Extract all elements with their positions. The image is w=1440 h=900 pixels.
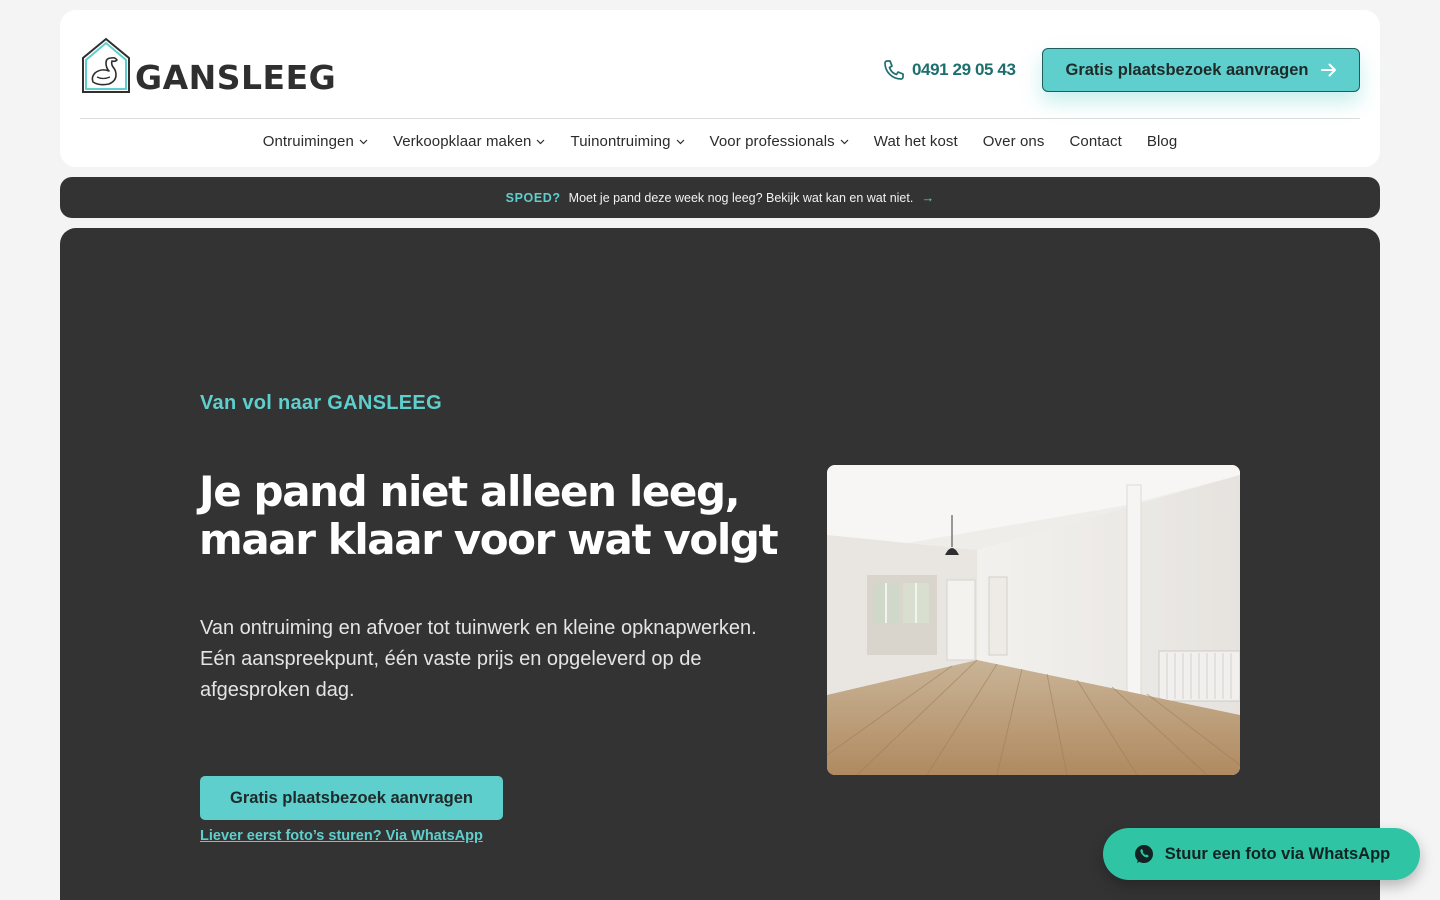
request-visit-button[interactable]: Gratis plaatsbezoek aanvragen — [1042, 48, 1360, 92]
nav-label: Tuinontruiming — [570, 133, 671, 150]
hero-title-line-2: maar klaar voor wat volgt — [199, 515, 779, 564]
chevron-down-icon — [359, 139, 368, 144]
whatsapp-icon — [1134, 845, 1153, 863]
nav-label: Contact — [1069, 133, 1122, 150]
whatsapp-floating-button[interactable]: Stuur een foto via WhatsApp — [1103, 828, 1420, 880]
nav-item-verkoopklaar[interactable]: Verkoopklaar maken — [393, 133, 546, 150]
nav-item-pricing[interactable]: Wat het kost — [874, 133, 958, 150]
chevron-down-icon — [840, 139, 849, 144]
arrow-right-icon: → — [921, 190, 935, 205]
hero-image-empty-room — [827, 465, 1240, 775]
nav-label: Blog — [1146, 133, 1178, 150]
nav-label: Ontruimingen — [262, 133, 354, 150]
chevron-down-icon — [537, 139, 545, 144]
chevron-down-icon — [676, 139, 684, 144]
hero-request-visit-label: Gratis plaatsbezoek aanvragen — [229, 788, 474, 807]
nav-label: Voor professionals — [709, 133, 835, 150]
hero-title: Je pand niet alleen leeg, maar klaar voo… — [199, 468, 819, 564]
hero-request-visit-button[interactable]: Gratis plaatsbezoek aanvragen — [200, 776, 503, 820]
phone-number: 0491 29 05 43 — [912, 60, 1016, 79]
urgent-banner[interactable]: SPOED? Moet je pand deze week nog leeg? … — [60, 177, 1380, 218]
request-visit-label: Gratis plaatsbezoek aanvragen — [1065, 60, 1309, 79]
logo[interactable]: GANSLEEG — [80, 36, 336, 96]
nav-label: Verkoopklaar maken — [392, 133, 532, 150]
nav-item-about[interactable]: Over ons — [983, 133, 1045, 150]
arrow-right-icon — [1320, 63, 1336, 77]
nav-item-tuinontruiming[interactable]: Tuinontruiming — [570, 133, 684, 150]
banner-tag: SPOED? — [505, 190, 561, 205]
whatsapp-floating-label: Stuur een foto via WhatsApp — [1164, 844, 1391, 863]
nav-item-professionals[interactable]: Voor professionals — [710, 133, 849, 150]
hero-description: Van ontruiming en afvoer tot tuinwerk en… — [200, 617, 757, 701]
banner-text: Moet je pand deze week nog leeg? Bekijk … — [568, 190, 914, 205]
phone-icon — [884, 60, 904, 80]
hero-eyebrow: Van vol naar GANSLEEG — [200, 392, 442, 414]
main-nav: Ontruimingen Verkoopklaar maken Tuinontr… — [60, 133, 1380, 150]
phone-link[interactable]: 0491 29 05 43 — [882, 58, 1016, 82]
logo-wordmark: GANSLEEG — [135, 58, 337, 97]
hero-section: Van vol naar GANSLEEG Je pand niet allee… — [60, 228, 1380, 900]
whatsapp-text-link[interactable]: Liever eerst foto’s sturen? Via WhatsApp — [200, 828, 483, 844]
nav-item-contact[interactable]: Contact — [1069, 133, 1121, 150]
nav-item-ontruimingen[interactable]: Ontruimingen — [263, 133, 368, 150]
nav-label: Over ons — [982, 133, 1045, 150]
nav-item-blog[interactable]: Blog — [1147, 133, 1177, 150]
nav-label: Wat het kost — [873, 133, 958, 150]
goose-house-icon — [82, 37, 130, 93]
header-divider — [80, 118, 1360, 119]
site-header: GANSLEEG 0491 29 05 43 Gratis plaatsbezo… — [60, 10, 1380, 167]
hero-title-line-1: Je pand niet alleen leeg, — [199, 467, 741, 516]
